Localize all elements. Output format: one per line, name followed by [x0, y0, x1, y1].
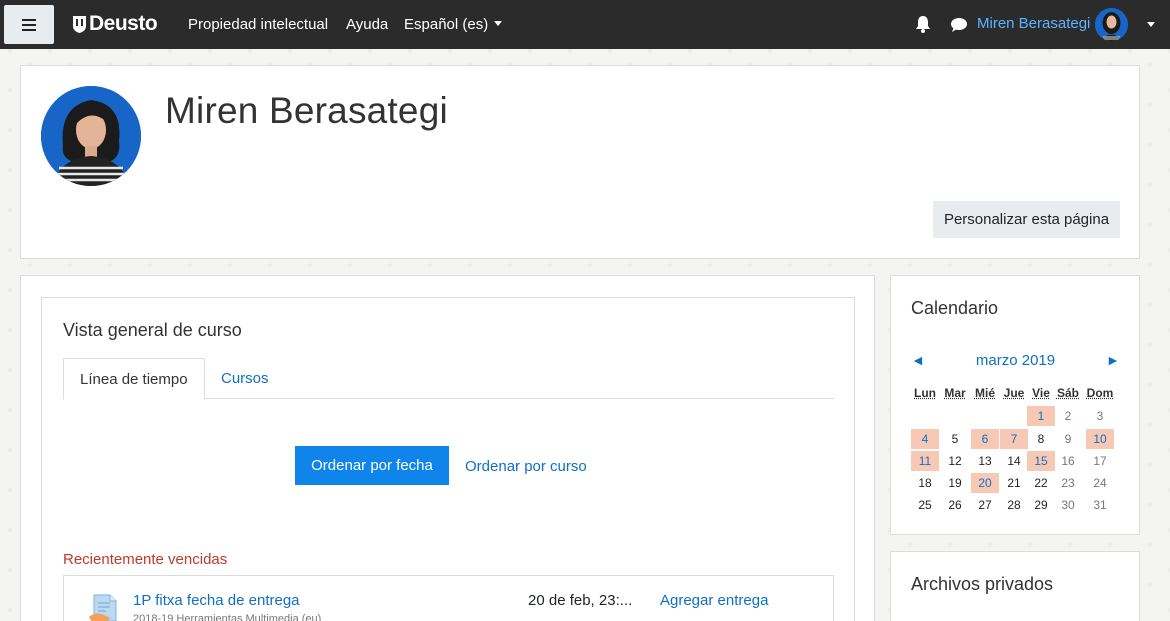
calendar-day: 13 — [978, 454, 992, 468]
notifications-bell-icon[interactable] — [915, 15, 931, 33]
calendar-day: 23 — [1061, 476, 1075, 490]
course-overview-block: Vista general de curso Línea de tiempo C… — [41, 297, 855, 621]
calendar-day: 16 — [1061, 454, 1075, 468]
calendar-day: 25 — [918, 498, 932, 512]
nav-link-intellectual-property[interactable]: Propiedad intelectual — [188, 16, 328, 33]
calendar-day: 29 — [1034, 498, 1048, 512]
main-region: Vista general de curso Línea de tiempo C… — [20, 275, 875, 621]
calendar-day: 26 — [948, 498, 962, 512]
overdue-section-title: Recientemente vencidas — [63, 551, 228, 568]
calendar-day: 24 — [1093, 476, 1107, 490]
user-menu-caret-icon[interactable] — [1147, 22, 1155, 27]
user-avatar[interactable] — [1095, 8, 1128, 41]
calendar-day: 31 — [1093, 498, 1107, 512]
calendar-day: 22 — [1034, 476, 1048, 490]
nav-link-help[interactable]: Ayuda — [346, 16, 388, 33]
calendar-weekday-header: Mar — [944, 386, 966, 400]
deusto-shield-icon — [73, 15, 86, 33]
sort-by-date-button[interactable]: Ordenar por fecha — [295, 446, 449, 485]
tab-timeline[interactable]: Línea de tiempo — [63, 358, 205, 400]
language-selector[interactable]: Español (es) — [404, 16, 503, 33]
messages-chat-icon[interactable] — [950, 17, 967, 33]
customize-page-button[interactable]: Personalizar esta página — [933, 201, 1120, 238]
calendar-day: 28 — [1007, 498, 1021, 512]
calendar-day-with-event[interactable]: 10 — [1086, 429, 1114, 449]
brand-logo[interactable]: Deusto — [73, 12, 158, 36]
calendar-day: 19 — [948, 476, 962, 490]
page-title: Miren Berasategi — [165, 90, 448, 131]
calendar-day: 9 — [1064, 432, 1072, 446]
calendar-day-with-event[interactable]: 11 — [911, 451, 939, 471]
menu-toggle-button[interactable] — [4, 5, 54, 44]
calendar-weekday-header: Lun — [914, 386, 936, 400]
assignment-icon — [89, 594, 117, 621]
calendar-day: 18 — [918, 476, 932, 490]
calendar-weekday-header: Jue — [1003, 386, 1025, 400]
course-overview-tabs: Línea de tiempo Cursos — [63, 358, 834, 400]
calendar-day: 17 — [1093, 454, 1107, 468]
calendar-month-label[interactable]: marzo 2019 — [911, 352, 1120, 369]
calendar-day-with-event[interactable]: 20 — [971, 473, 999, 493]
calendar-day-with-event[interactable]: 15 — [1027, 451, 1055, 471]
calendar-day: 3 — [1096, 409, 1104, 423]
calendar-day-with-event[interactable]: 1 — [1027, 406, 1055, 426]
calendar-title: Calendario — [911, 298, 999, 318]
calendar-next-month-icon[interactable]: ► — [1106, 352, 1120, 368]
calendar-day: 14 — [1007, 454, 1021, 468]
language-label: Español (es) — [404, 16, 489, 33]
page-header: Miren Berasategi Personalizar esta págin… — [20, 65, 1140, 259]
user-menu-name[interactable]: Miren Berasategi — [977, 15, 1090, 32]
private-files-title: Archivos privados — [911, 574, 1054, 594]
calendar-day: 27 — [978, 498, 992, 512]
calendar-weekday-header: Dom — [1086, 386, 1114, 400]
calendar-day: 2 — [1064, 409, 1072, 423]
calendar-day: 21 — [1007, 476, 1021, 490]
sort-by-course-button[interactable]: Ordenar por curso — [465, 458, 587, 475]
tab-courses[interactable]: Cursos — [205, 358, 285, 399]
calendar-day: 12 — [948, 454, 962, 468]
hamburger-icon — [22, 18, 36, 31]
private-files-block: Archivos privados — [890, 551, 1140, 621]
calendar-weekday-header: Mié — [974, 386, 995, 400]
calendar-weekday-header: Sáb — [1056, 386, 1079, 400]
calendar-day: 8 — [1037, 432, 1045, 446]
calendar-day: 5 — [951, 432, 959, 446]
profile-avatar — [41, 86, 141, 186]
add-submission-link[interactable]: Agregar entrega — [660, 592, 768, 609]
calendar-block: Calendario ◄ marzo 2019 ► Lun Mar Mié Jue Vi… — [890, 275, 1140, 535]
top-navbar: Deusto Propiedad intelectual Ayuda Españ… — [0, 0, 1170, 49]
calendar-day-with-event[interactable]: 6 — [971, 429, 999, 449]
calendar-day-with-event[interactable]: 4 — [911, 429, 939, 449]
chevron-down-icon — [494, 21, 503, 26]
brand-name: Deusto — [89, 12, 158, 35]
calendar-day-with-event[interactable]: 7 — [1000, 429, 1028, 449]
event-name-link[interactable]: 1P fitxa fecha de entrega — [133, 592, 300, 609]
event-course-name: 2018-19 Herramientas Multimedia (eu) — [133, 613, 322, 621]
event-due-date: 20 de feb, 23:... — [528, 592, 633, 609]
course-overview-title: Vista general de curso — [63, 320, 242, 340]
calendar-weekday-header: Vie — [1032, 386, 1050, 400]
overdue-event-list: 1P fitxa fecha de entrega 2018-19 Herram… — [63, 575, 834, 621]
calendar-day: 30 — [1061, 498, 1075, 512]
